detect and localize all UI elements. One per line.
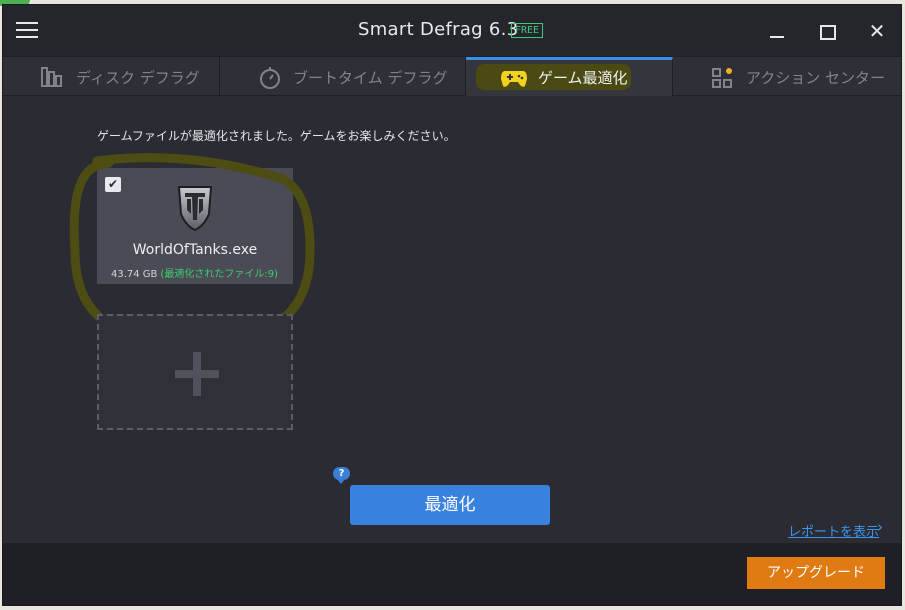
action-center-icon: [712, 68, 732, 88]
free-badge: FREE: [511, 23, 544, 38]
app-window: Smart Defrag 6.3 FREE ✕ ディスク デフラグ ブートタイム…: [2, 4, 902, 606]
footer-bar: アップグレード: [3, 543, 901, 605]
tab-label: ゲーム最適化: [538, 69, 628, 87]
optimized-files-count: (最適化されたファイル:9): [160, 269, 278, 280]
title-bar: Smart Defrag 6.3 FREE ✕: [3, 5, 901, 56]
game-name: WorldOfTanks.exe: [132, 242, 258, 258]
game-optimize-panel: ゲームファイルが最適化されました。ゲームをお楽しみください。 ✔ WorldOf…: [3, 97, 901, 543]
world-of-tanks-logo-icon: [177, 186, 213, 232]
chevron-right-icon[interactable]: ›: [877, 518, 883, 536]
tab-disk-defrag[interactable]: ディスク デフラグ: [3, 57, 220, 96]
disk-defrag-icon: [41, 67, 62, 87]
tab-label: ブートタイム デフラグ: [293, 69, 448, 87]
tab-label: ディスク デフラグ: [76, 69, 200, 87]
help-icon[interactable]: ?: [333, 467, 350, 484]
add-game-button[interactable]: [97, 314, 293, 430]
tab-bar: ディスク デフラグ ブートタイム デフラグ ゲーム最適化 アクション センター: [3, 56, 901, 96]
game-info: 43.74 GB (最適化されたファイル:9): [111, 265, 278, 280]
status-message: ゲームファイルが最適化されました。ゲームをお楽しみください。: [97, 129, 456, 143]
view-report-link[interactable]: レポートを表示: [788, 521, 879, 540]
game-size: 43.74 GB: [111, 269, 158, 280]
app-title: Smart Defrag 6.3: [358, 19, 519, 40]
boot-time-icon: [260, 67, 280, 89]
tab-label: アクション センター: [746, 69, 886, 87]
game-card[interactable]: ✔ WorldOfTanks.exe 43.74 GB (最適化されたファイル:9…: [97, 168, 293, 284]
hamburger-menu-icon[interactable]: [16, 22, 38, 40]
minimize-icon[interactable]: [765, 19, 789, 43]
tab-action-center[interactable]: アクション センター: [673, 57, 901, 96]
tab-game-optimize[interactable]: ゲーム最適化: [466, 57, 673, 96]
optimize-button[interactable]: 最適化: [350, 485, 550, 525]
tab-boot-time-defrag[interactable]: ブートタイム デフラグ: [220, 57, 466, 96]
game-checkbox[interactable]: ✔: [105, 177, 121, 192]
upgrade-button[interactable]: アップグレード: [747, 557, 885, 589]
maximize-icon[interactable]: [815, 19, 839, 43]
gamepad-icon: [501, 71, 527, 87]
close-icon[interactable]: ✕: [865, 19, 889, 43]
